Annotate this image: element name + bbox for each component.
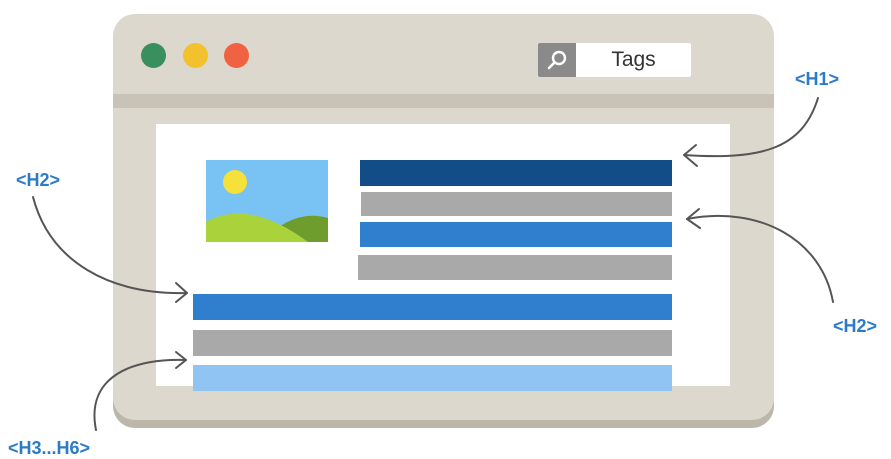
- h3-h6-label: <H3...H6>: [8, 438, 91, 458]
- h2-label-right: <H2>: [833, 316, 878, 336]
- h2-label-left: <H2>: [16, 170, 61, 190]
- arrow-h2-right: [686, 214, 834, 303]
- h1-label: <H1>: [795, 69, 840, 89]
- annotation-arrows: [32, 97, 834, 431]
- arrow-h1: [683, 97, 819, 158]
- arrow-h3: [93, 358, 187, 431]
- arrow-h2-left: [32, 196, 188, 295]
